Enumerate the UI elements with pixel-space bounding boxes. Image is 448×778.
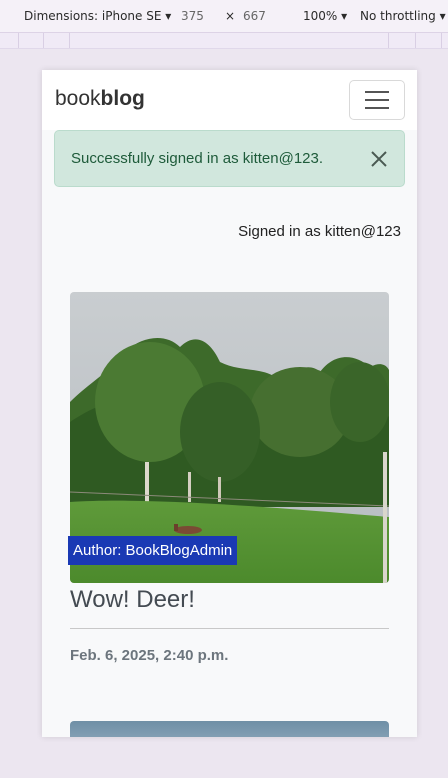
devtools-device-toolbar: Dimensions: iPhone SE ▾ 375 × 667 100% ▾…	[0, 0, 448, 33]
media-query-ruler[interactable]	[0, 33, 448, 49]
alert-message: Successfully signed in as kitten@123.	[71, 150, 324, 167]
device-viewport: bookblog Successfully signed in as kitte…	[42, 70, 417, 737]
width-field[interactable]: 375	[181, 9, 204, 23]
close-icon[interactable]	[370, 150, 388, 168]
throttle-label: No throttling	[360, 9, 436, 23]
brand-light: book	[55, 87, 101, 110]
author-badge: Author: BookBlogAdmin	[68, 536, 238, 565]
post-divider	[70, 628, 389, 629]
caret-down-icon: ▾	[165, 9, 172, 23]
success-alert: Successfully signed in as kitten@123.	[54, 130, 405, 187]
zoom-select[interactable]: 100% ▾	[303, 9, 347, 23]
device-select[interactable]: Dimensions: iPhone SE ▾	[24, 9, 171, 23]
brand-logo[interactable]: bookblog	[55, 87, 145, 111]
caret-down-icon: ▾	[439, 9, 446, 23]
caret-down-icon: ▾	[341, 9, 348, 23]
post-date: Feb. 6, 2025, 2:40 p.m.	[70, 647, 229, 664]
post-title[interactable]: Wow! Deer!	[70, 586, 195, 614]
navbar-toggler-button[interactable]	[349, 80, 405, 120]
times-symbol: ×	[225, 9, 236, 23]
brand-bold: blog	[100, 87, 145, 110]
device-label: Dimensions: iPhone SE	[24, 9, 162, 23]
zoom-label: 100%	[303, 9, 338, 23]
next-post-image[interactable]	[70, 721, 389, 737]
height-field[interactable]: 667	[243, 9, 266, 23]
throttle-select[interactable]: No throttling ▾	[360, 9, 446, 23]
signed-in-status: Signed in as kitten@123	[238, 223, 401, 240]
navbar: bookblog	[42, 70, 417, 130]
